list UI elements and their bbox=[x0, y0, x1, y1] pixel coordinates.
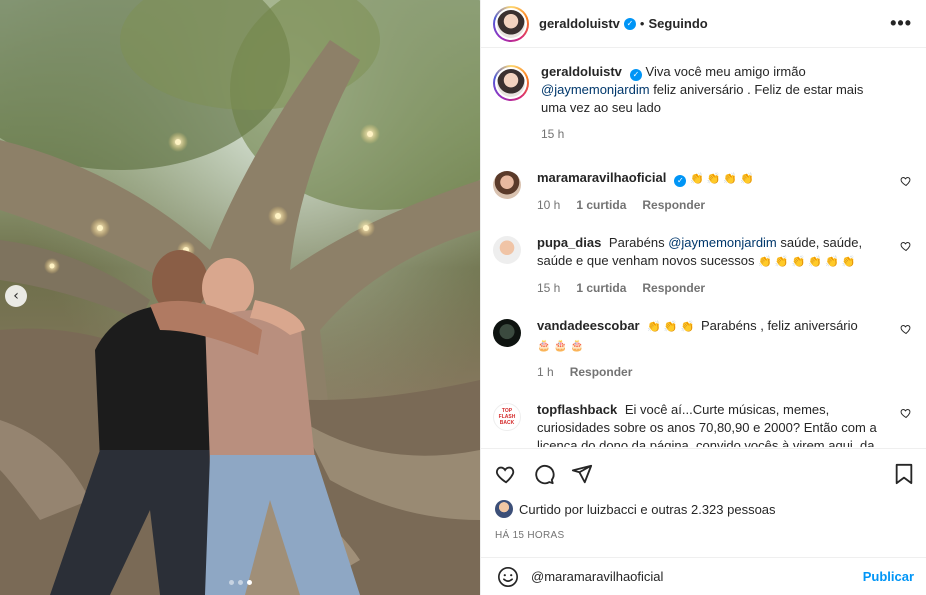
caption: geraldoluistv ✓ Viva você meu amigo irmão… bbox=[493, 63, 912, 143]
caption-avatar[interactable] bbox=[493, 65, 529, 101]
reply-button[interactable]: Responder bbox=[642, 196, 705, 214]
comment-mention[interactable]: @jaymemonjardim bbox=[668, 235, 777, 250]
post-dialog: ‹ geraldoluistv ✓ • Seguindo ••• geraldo… bbox=[0, 0, 926, 595]
share-send-icon[interactable] bbox=[571, 463, 593, 485]
author-avatar[interactable] bbox=[493, 5, 529, 42]
comment-username[interactable]: topflashback bbox=[537, 402, 617, 417]
liker-avatar bbox=[495, 500, 513, 518]
comment-username[interactable]: vandadeescobar bbox=[537, 318, 640, 333]
comment-time[interactable]: 15 h bbox=[537, 279, 560, 297]
verified-badge-icon: ✓ bbox=[623, 17, 636, 30]
comment-likes[interactable]: 1 curtida bbox=[576, 196, 626, 214]
carousel-dot bbox=[228, 580, 234, 585]
post-timestamp[interactable]: HÁ 15 HORAS bbox=[495, 530, 914, 541]
comment-time[interactable]: 10 h bbox=[537, 196, 560, 214]
cake-emoji: 🎂🎂🎂 bbox=[537, 339, 588, 352]
caption-mention[interactable]: @jaymemonjardim bbox=[541, 82, 650, 97]
carousel-prev-button[interactable]: ‹ bbox=[5, 285, 27, 307]
comment-likes[interactable]: 1 curtida bbox=[576, 279, 626, 297]
save-bookmark-icon[interactable] bbox=[894, 463, 914, 485]
clapping-emoji: 👏👏👏👏👏👏 bbox=[758, 255, 859, 268]
comment-avatar[interactable] bbox=[493, 319, 521, 347]
more-options-icon[interactable]: ••• bbox=[890, 13, 912, 34]
like-comment-heart-icon[interactable] bbox=[900, 175, 912, 187]
comment-bubble-icon[interactable] bbox=[533, 463, 555, 485]
verified-badge-icon: ✓ bbox=[674, 175, 687, 187]
comment-item: pupa_dias Parabéns @jaymemonjardim saúde… bbox=[493, 234, 912, 297]
following-button[interactable]: Seguindo bbox=[648, 16, 707, 31]
likes-text: Curtido por luizbacci e outras 2.323 pes… bbox=[519, 501, 776, 517]
post-photo[interactable]: ‹ bbox=[0, 0, 480, 595]
comment-username[interactable]: maramaravilhaoficial bbox=[537, 170, 666, 185]
comments-list[interactable]: geraldoluistv ✓ Viva você meu amigo irmão… bbox=[481, 49, 926, 447]
like-comment-heart-icon[interactable] bbox=[900, 323, 912, 335]
post-header: geraldoluistv ✓ • Seguindo ••• bbox=[481, 0, 926, 48]
post-side-panel: geraldoluistv ✓ • Seguindo ••• geraldolu… bbox=[480, 0, 926, 595]
like-comment-heart-icon[interactable] bbox=[900, 240, 912, 252]
chevron-left-icon: ‹ bbox=[13, 288, 19, 304]
author-username[interactable]: geraldoluistv bbox=[539, 16, 620, 31]
comment-input[interactable] bbox=[531, 569, 863, 584]
post-actions: Curtido por luizbacci e outras 2.323 pes… bbox=[481, 448, 926, 541]
comment-composer: Publicar bbox=[481, 557, 926, 595]
like-heart-icon[interactable] bbox=[495, 463, 517, 485]
comment-username[interactable]: pupa_dias bbox=[537, 235, 601, 250]
caption-username[interactable]: geraldoluistv bbox=[541, 64, 622, 79]
carousel-dot-active bbox=[246, 580, 252, 585]
photo-illustration bbox=[0, 0, 480, 595]
publish-button[interactable]: Publicar bbox=[863, 569, 914, 584]
caption-text: Viva você meu amigo irmão bbox=[645, 64, 806, 79]
comment-item: vandadeescobar 👏👏👏 Parabéns , feliz aniv… bbox=[493, 317, 912, 381]
clapping-emoji: 👏👏👏👏 bbox=[689, 172, 757, 185]
clapping-emoji: 👏👏👏 bbox=[647, 320, 698, 333]
header-separator: • bbox=[639, 16, 645, 31]
comment-avatar[interactable] bbox=[493, 171, 521, 199]
reply-button[interactable]: Responder bbox=[570, 363, 633, 381]
comment-item: maramaravilhaoficial ✓ 👏👏👏👏 10 h 1 curtid… bbox=[493, 169, 912, 214]
emoji-smiley-icon[interactable] bbox=[497, 566, 519, 588]
comment-avatar[interactable] bbox=[493, 236, 521, 264]
comment-time[interactable]: 1 h bbox=[537, 363, 554, 381]
verified-badge-icon: ✓ bbox=[629, 69, 642, 81]
caption-time[interactable]: 15 h bbox=[541, 125, 564, 143]
like-comment-heart-icon[interactable] bbox=[900, 407, 912, 419]
carousel-dots bbox=[0, 580, 480, 585]
reply-button[interactable]: Responder bbox=[642, 279, 705, 297]
comment-item: TOP FLASH BACK topflashback Ei você aí..… bbox=[493, 401, 912, 447]
comment-text: Parabéns , feliz aniversário bbox=[700, 318, 858, 333]
comment-avatar[interactable]: TOP FLASH BACK bbox=[493, 403, 521, 431]
likes-summary[interactable]: Curtido por luizbacci e outras 2.323 pes… bbox=[495, 500, 914, 518]
carousel-dot bbox=[237, 580, 243, 585]
comment-text: Parabéns bbox=[608, 235, 665, 250]
